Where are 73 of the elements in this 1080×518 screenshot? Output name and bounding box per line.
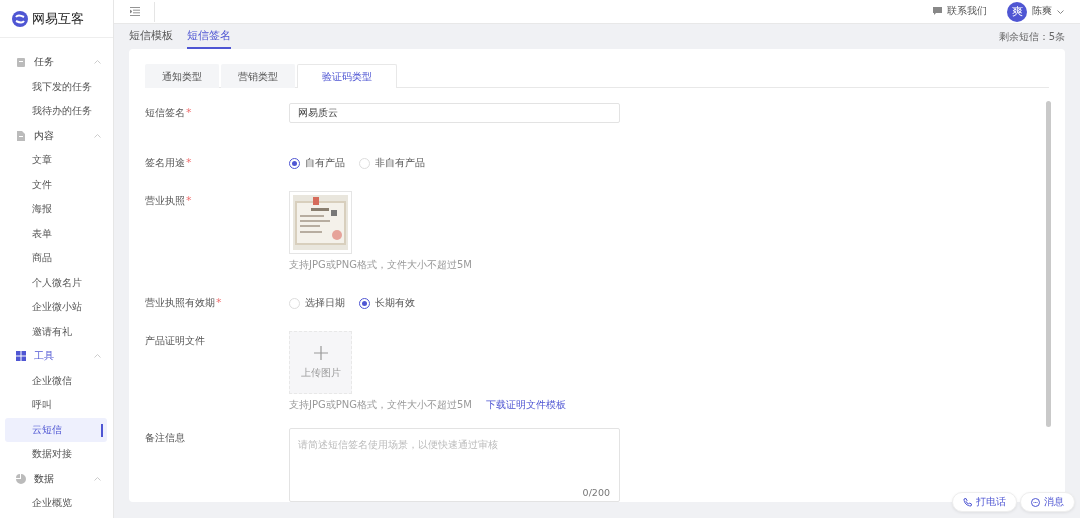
scrollbar[interactable] <box>1046 101 1051 427</box>
contact-link[interactable]: 联系我们 <box>933 5 987 18</box>
group-label: 工具 <box>34 349 55 364</box>
field-label: 营业执照 <box>145 194 185 208</box>
brand-name: 网易互客 <box>32 9 84 28</box>
type-tab[interactable]: 通知类型 <box>145 64 219 88</box>
chevron-icon <box>1057 9 1064 14</box>
download-link[interactable]: 下载证明文件模板 <box>486 398 566 412</box>
field-label: 备注信息 <box>145 431 185 445</box>
sidebar-item[interactable]: 文件 <box>5 172 107 197</box>
option-label[interactable]: 长期有效 <box>375 296 415 310</box>
sidebar-item[interactable]: 数据对接 <box>5 442 107 467</box>
sidebar-item[interactable]: 表单 <box>5 221 107 246</box>
sidebar-item[interactable]: 邀请有礼 <box>5 319 107 344</box>
float-button[interactable]: 打电话 <box>952 492 1017 512</box>
sidebar-item[interactable]: 商品 <box>5 246 107 271</box>
user-menu[interactable]: 爽 陈爽 <box>1007 1 1064 22</box>
type-tab[interactable]: 营销类型 <box>221 64 295 88</box>
chat-icon <box>1031 497 1040 507</box>
sidebar-item[interactable]: 文章 <box>5 148 107 173</box>
option-label[interactable]: 选择日期 <box>305 296 345 310</box>
required-mark: * <box>186 105 192 121</box>
grid-icon <box>16 351 26 362</box>
sidebar-item[interactable]: 我待办的任务 <box>5 99 107 124</box>
signature-input[interactable]: 网易质云 <box>289 103 620 123</box>
field-label: 营业执照有效期 <box>145 296 215 310</box>
sidebar-item[interactable]: 我下发的任务 <box>5 74 107 99</box>
sidebar-item[interactable]: 云短信 <box>5 417 107 442</box>
chevron-icon <box>94 476 101 481</box>
plus-icon <box>313 345 328 360</box>
logo-icon <box>12 10 28 27</box>
clipboard-icon <box>16 57 26 68</box>
menu-group[interactable]: 工具 <box>0 344 113 369</box>
group-label: 数据 <box>34 471 55 486</box>
sidebar-item[interactable]: 企业概览 <box>5 491 107 516</box>
menu-group[interactable]: 数据 <box>0 466 113 491</box>
user-avatar: 爽 <box>1007 1 1027 22</box>
required-mark: * <box>186 155 192 171</box>
upload-hint: 支持JPG或PNG格式，文件大小不超过5M <box>289 258 472 272</box>
user-name: 陈爽 <box>1032 5 1052 18</box>
image-thumbnail[interactable] <box>289 191 352 254</box>
sidebar-item[interactable]: 企业微小站 <box>5 295 107 320</box>
type-tab[interactable]: 验证码类型 <box>297 64 397 88</box>
required-mark: * <box>186 193 192 209</box>
float-button[interactable]: 消息 <box>1020 492 1075 512</box>
remaining-sms: 剩余短信：5条 <box>998 29 1065 44</box>
document-icon <box>16 130 26 141</box>
chevron-icon <box>94 354 101 359</box>
field-label: 签名用途 <box>145 156 185 170</box>
contact-label: 联系我们 <box>947 5 987 18</box>
char-counter: 0/200 <box>582 487 610 498</box>
sidebar-item[interactable]: 海报 <box>5 197 107 222</box>
menu-group[interactable]: 任务 <box>0 50 113 75</box>
field-label: 短信签名 <box>145 106 185 120</box>
field-label: 产品证明文件 <box>145 334 205 348</box>
menu-icon[interactable] <box>130 7 140 16</box>
upload-label: 上传图片 <box>300 365 341 380</box>
chevron-icon <box>94 60 101 65</box>
required-mark: * <box>216 295 222 311</box>
sidebar-item[interactable]: 企业微信 <box>5 368 107 393</box>
sidebar-item[interactable]: 呼叫 <box>5 393 107 418</box>
chat-icon <box>933 7 942 16</box>
phone-icon <box>963 497 972 507</box>
option-label[interactable]: 自有产品 <box>305 156 345 170</box>
pie-chart-icon <box>16 473 26 484</box>
menu-group[interactable]: 内容 <box>0 123 113 148</box>
group-label: 任务 <box>34 55 55 70</box>
upload-hint: 支持JPG或PNG格式，文件大小不超过5M <box>289 398 472 412</box>
page-tab[interactable]: 短信模板 <box>129 24 173 49</box>
chevron-icon <box>94 133 101 138</box>
sidebar-item[interactable]: 个人微名片 <box>5 270 107 295</box>
option-label[interactable]: 非自有产品 <box>375 156 425 170</box>
group-label: 内容 <box>34 128 55 143</box>
